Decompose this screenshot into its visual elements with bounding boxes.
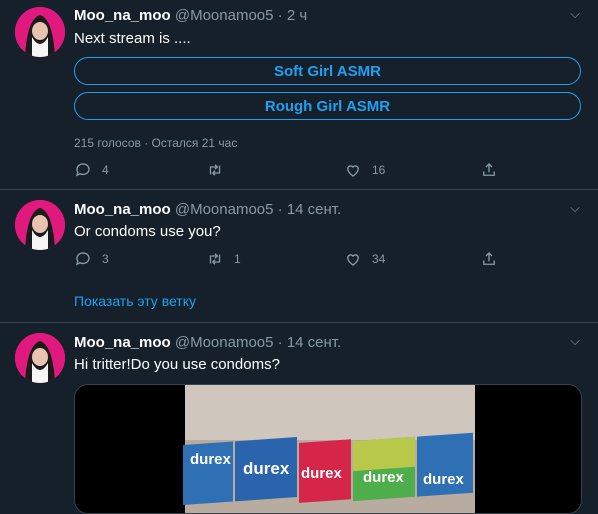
poll-info: 215 голосов · Остался 21 час (74, 136, 238, 150)
author-handle[interactable]: @Moonamoo5 (175, 201, 274, 218)
media-label: durex (301, 465, 342, 482)
heart-icon (347, 165, 359, 177)
poll-option-1[interactable]: Soft Girl ASMR (74, 57, 581, 85)
retweet-button[interactable] (206, 161, 234, 179)
avatar[interactable] (15, 200, 65, 250)
avatar-image (15, 333, 65, 383)
tweet-header: Moo_na_moo @Moonamoo5 · 14 сент. (74, 201, 341, 218)
tweet-text: Next stream is .... (74, 30, 191, 47)
tweet-text: Hi tritter!Do you use condoms? (74, 356, 280, 373)
retweet-icon (209, 253, 221, 265)
avatar[interactable] (15, 333, 65, 383)
avatar[interactable] (15, 7, 65, 57)
media-label: durex (190, 451, 231, 468)
retweet-button[interactable]: 1 (206, 250, 241, 268)
like-button[interactable]: 34 (344, 250, 385, 268)
reply-count: 3 (102, 252, 109, 266)
heart-icon (347, 254, 359, 266)
author-name[interactable]: Moo_na_moo (74, 334, 171, 351)
author-name[interactable]: Moo_na_moo (74, 7, 171, 24)
tweet-time[interactable]: · 14 сент. (278, 201, 342, 218)
tweet-header: Moo_na_moo @Moonamoo5 · 2 ч (74, 7, 307, 24)
reply-icon (75, 163, 90, 177)
tweet-time[interactable]: · 14 сент. (278, 334, 342, 351)
share-button[interactable] (480, 250, 508, 268)
like-button[interactable]: 16 (344, 161, 385, 179)
reply-button[interactable]: 3 (74, 250, 109, 268)
chevron-down-icon[interactable]: ⌵ (570, 6, 580, 22)
share-icon (483, 163, 495, 176)
avatar-image (15, 200, 65, 250)
retweet-count: 1 (234, 252, 241, 266)
author-handle[interactable]: @Moonamoo5 (175, 334, 274, 351)
chevron-down-icon[interactable]: ⌵ (570, 333, 580, 349)
show-thread-link[interactable]: Показать эту ветку (74, 293, 196, 309)
tweet-1[interactable]: Moo_na_moo @Moonamoo5 · 2 ч ⌵ Next strea… (0, 0, 598, 190)
author-name[interactable]: Moo_na_moo (74, 201, 171, 218)
reply-icon (75, 252, 90, 266)
like-count: 16 (372, 163, 386, 177)
tweet-media[interactable]: durex durex durex durex durex (74, 384, 582, 514)
reply-button[interactable]: 4 (74, 161, 109, 179)
tweet-time[interactable]: · 2 ч (278, 7, 308, 24)
poll-option-2[interactable]: Rough Girl ASMR (74, 92, 581, 120)
tweet-2[interactable]: Moo_na_moo @Moonamoo5 · 14 сент. ⌵ Or co… (0, 190, 598, 323)
media-label: durex (363, 469, 404, 486)
media-label: durex (243, 459, 290, 478)
chevron-down-icon[interactable]: ⌵ (570, 200, 580, 216)
share-button[interactable] (480, 161, 508, 179)
tweet-header: Moo_na_moo @Moonamoo5 · 14 сент. (74, 334, 341, 351)
like-count: 34 (372, 252, 386, 266)
reply-count: 4 (102, 163, 109, 177)
avatar-image (15, 7, 65, 57)
tweet-text: Or condoms use you? (74, 223, 221, 240)
tweet-actions: 4 16 (74, 161, 574, 183)
author-handle[interactable]: @Moonamoo5 (175, 7, 274, 24)
share-icon (483, 252, 495, 265)
tweet-actions: 3 1 34 (74, 250, 574, 272)
media-label: durex (423, 471, 464, 488)
retweet-icon (209, 164, 221, 176)
media-image (75, 385, 581, 513)
